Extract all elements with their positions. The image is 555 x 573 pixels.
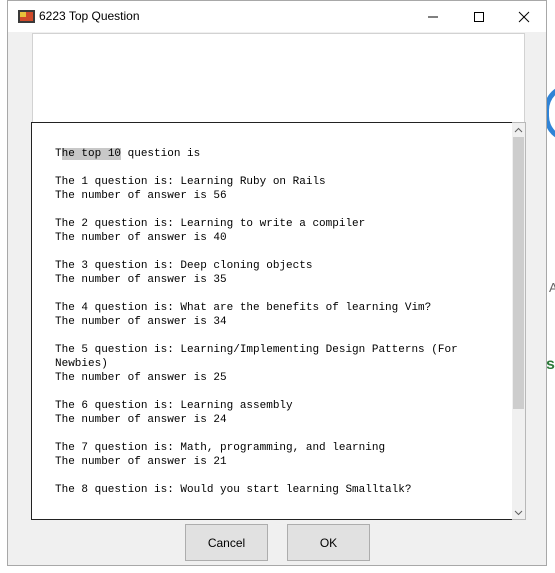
cancel-button[interactable]: Cancel bbox=[185, 524, 268, 561]
answer-count-line: The number of answer is 34 bbox=[55, 316, 227, 328]
question-entry: The 3 question is: Deep cloning objects T… bbox=[55, 259, 507, 287]
question-entry: The 2 question is: Learning to write a c… bbox=[55, 217, 507, 245]
dialog-window: 6223 Top Question The top 10 question is… bbox=[7, 0, 547, 566]
scroll-down-button[interactable] bbox=[512, 506, 525, 519]
answer-count-line: The number of answer is 56 bbox=[55, 190, 227, 202]
minimize-button[interactable] bbox=[410, 1, 456, 32]
answer-count-line: The number of answer is 35 bbox=[55, 274, 227, 286]
scroll-down-icon bbox=[514, 510, 523, 515]
question-line: The 7 question is: Math, programming, an… bbox=[55, 442, 386, 454]
list-heading: The top 10 question is bbox=[55, 148, 201, 160]
title-bar[interactable]: 6223 Top Question bbox=[8, 1, 546, 32]
ok-button[interactable]: OK bbox=[287, 524, 370, 561]
background-app-text: A bbox=[549, 280, 555, 295]
question-line: The 6 question is: Learning assembly bbox=[55, 400, 293, 412]
question-line: The 8 question is: Would you start learn… bbox=[55, 484, 412, 496]
question-line: The 5 question is: Learning/Implementing… bbox=[55, 344, 465, 370]
question-entry: The 1 question is: Learning Ruby on Rail… bbox=[55, 175, 507, 203]
window-title: 6223 Top Question bbox=[39, 9, 140, 23]
answer-count-line: The number of answer is 25 bbox=[55, 372, 227, 384]
maximize-button[interactable] bbox=[456, 1, 502, 32]
question-line: The 4 question is: What are the benefits… bbox=[55, 302, 432, 314]
answer-count-line: The number of answer is 40 bbox=[55, 232, 227, 244]
question-entry: The 4 question is: What are the benefits… bbox=[55, 301, 507, 329]
close-button[interactable] bbox=[501, 1, 547, 32]
question-text-area[interactable]: The top 10 question is The 1 question is… bbox=[31, 122, 513, 520]
question-line: The 1 question is: Learning Ruby on Rail… bbox=[55, 176, 326, 188]
minimize-icon bbox=[428, 16, 438, 17]
scroll-up-button[interactable] bbox=[512, 123, 525, 136]
answer-count-line: The number of answer is 24 bbox=[55, 414, 227, 426]
empty-input-area[interactable] bbox=[32, 33, 525, 123]
vertical-scrollbar[interactable] bbox=[512, 122, 526, 520]
text-selection: he top 10 bbox=[61, 148, 122, 160]
scroll-up-icon bbox=[514, 127, 523, 132]
question-line: The 2 question is: Learning to write a c… bbox=[55, 218, 366, 230]
question-line: The 3 question is: Deep cloning objects bbox=[55, 260, 313, 272]
question-entry: The 7 question is: Math, programming, an… bbox=[55, 441, 507, 469]
maximize-icon bbox=[474, 11, 484, 22]
background-app-text: s bbox=[546, 356, 555, 373]
app-icon bbox=[18, 10, 35, 23]
question-entry: The 8 question is: Would you start learn… bbox=[55, 483, 507, 497]
scrollbar-thumb[interactable] bbox=[513, 137, 524, 409]
question-text-content: The top 10 question is The 1 question is… bbox=[55, 147, 507, 511]
close-icon bbox=[518, 11, 530, 22]
question-entry: The 5 question is: Learning/Implementing… bbox=[55, 343, 507, 385]
question-entry: The 6 question is: Learning assembly The … bbox=[55, 399, 507, 427]
answer-count-line: The number of answer is 21 bbox=[55, 456, 227, 468]
